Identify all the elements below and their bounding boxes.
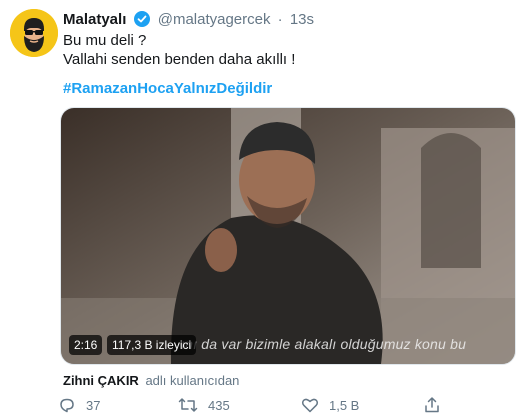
- like-button[interactable]: 1,5 B: [301, 396, 359, 414]
- tweet-text-line-1: Bu mu deli ?: [63, 32, 147, 49]
- tweet[interactable]: Malatyalı @malatyagercek · 13s Bu mu del…: [0, 0, 523, 420]
- author-name[interactable]: Malatyalı: [63, 11, 126, 28]
- author-handle[interactable]: @malatyagercek: [158, 11, 271, 28]
- avatar[interactable]: [10, 9, 58, 57]
- share-icon: [425, 397, 439, 413]
- tweet-header: Malatyalı @malatyagercek · 13s: [63, 11, 314, 31]
- video-player[interactable]: ını da var bizimle alakalı olduğumuz kon…: [60, 107, 516, 365]
- tagged-user-name[interactable]: Zihni ÇAKIR: [63, 373, 139, 388]
- like-icon: [301, 398, 319, 413]
- bearded-man-avatar-icon: [10, 9, 58, 57]
- reply-button[interactable]: 37: [58, 396, 100, 414]
- verified-badge-icon: [133, 11, 150, 31]
- tweet-text-line-2: Vallahi senden benden daha akıllı !: [63, 51, 296, 68]
- video-subtitle: ını da var bizimle alakalı olduğumuz kon…: [181, 336, 467, 352]
- retweet-count: 435: [208, 397, 230, 413]
- retweet-button[interactable]: 435: [178, 396, 230, 414]
- video-duration: 2:16: [69, 335, 103, 355]
- tagged-user[interactable]: Zihni ÇAKIR adlı kullanıcıdan: [63, 373, 239, 388]
- separator-dot: ·: [277, 11, 283, 28]
- share-button[interactable]: [423, 396, 451, 414]
- hashtag-link[interactable]: #RamazanHocaYalnızDeğildir: [63, 80, 272, 97]
- tweet-actions: 37 435 1,5 B: [58, 396, 478, 414]
- reply-icon: [60, 398, 74, 413]
- tagged-user-suffix: adlı kullanıcıdan: [145, 373, 240, 388]
- reply-count: 37: [86, 397, 101, 413]
- like-count: 1,5 B: [329, 397, 360, 413]
- tweet-time[interactable]: 13s: [290, 11, 314, 28]
- view-count: 117,3 B izleyici: [107, 335, 197, 355]
- video-frame: [61, 108, 515, 364]
- retweet-icon: [178, 398, 198, 412]
